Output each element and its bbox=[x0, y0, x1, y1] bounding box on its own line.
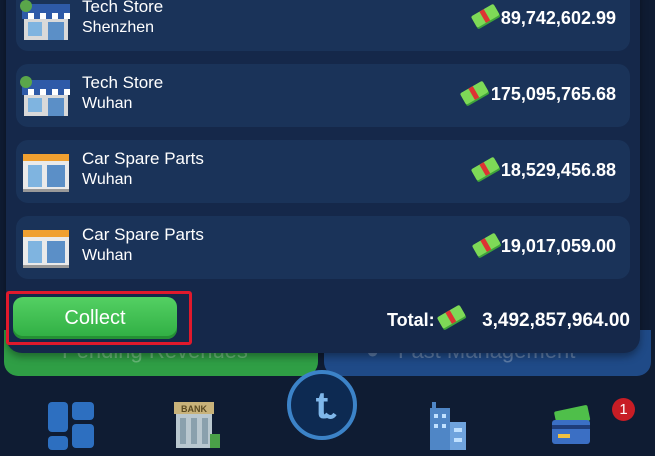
tech-store-icon bbox=[20, 0, 70, 40]
store-city: Wuhan bbox=[82, 171, 133, 188]
svg-text:t: t bbox=[316, 385, 329, 427]
store-row: Tech Store Wuhan 175,095,765.68 bbox=[16, 64, 630, 127]
store-revenue: 18,529,456.88 bbox=[500, 160, 616, 180]
notification-badge: 1 bbox=[612, 398, 635, 421]
bank-icon[interactable]: BANK bbox=[170, 398, 222, 452]
total-label: Total: bbox=[387, 310, 435, 330]
store-name: Car Spare Parts bbox=[82, 149, 204, 168]
bank-icon-label: BANK bbox=[181, 404, 207, 414]
total-value: 3,492,857,964.00 bbox=[482, 310, 630, 331]
wallet-cards-icon[interactable] bbox=[548, 404, 598, 448]
store-row: Car Spare Parts Wuhan 18,529,456.88 bbox=[16, 140, 630, 203]
car-spare-parts-store-icon bbox=[23, 154, 69, 192]
store-city: Wuhan bbox=[82, 247, 133, 264]
store-city: Shenzhen bbox=[82, 19, 155, 36]
money-icon bbox=[471, 4, 501, 29]
money-icon bbox=[472, 233, 502, 258]
store-name: Car Spare Parts bbox=[82, 225, 204, 244]
store-revenue: 19,017,059.00 bbox=[500, 236, 616, 256]
car-spare-parts-store-icon bbox=[23, 230, 69, 268]
logo-icon: t bbox=[316, 385, 337, 427]
store-revenue: 175,095,765.68 bbox=[490, 84, 616, 104]
store-city: Wuhan bbox=[82, 95, 133, 112]
store-name: Tech Store bbox=[82, 0, 164, 16]
home-logo-button[interactable]: t bbox=[287, 370, 357, 440]
collect-button[interactable]: Collect bbox=[13, 297, 177, 339]
store-revenue: 89,742,602.99 bbox=[500, 8, 616, 28]
store-name: Tech Store bbox=[82, 73, 164, 92]
tech-store-icon bbox=[20, 76, 70, 116]
buildings-icon[interactable] bbox=[422, 400, 472, 452]
money-icon bbox=[460, 81, 490, 106]
money-icon bbox=[471, 157, 501, 182]
store-row: Car Spare Parts Wuhan 19,017,059.00 bbox=[16, 216, 630, 279]
dashboard-icon[interactable] bbox=[46, 400, 98, 452]
store-row: Tech Store Shenzhen 89,742,602.99 bbox=[16, 0, 630, 51]
money-icon bbox=[437, 305, 467, 330]
